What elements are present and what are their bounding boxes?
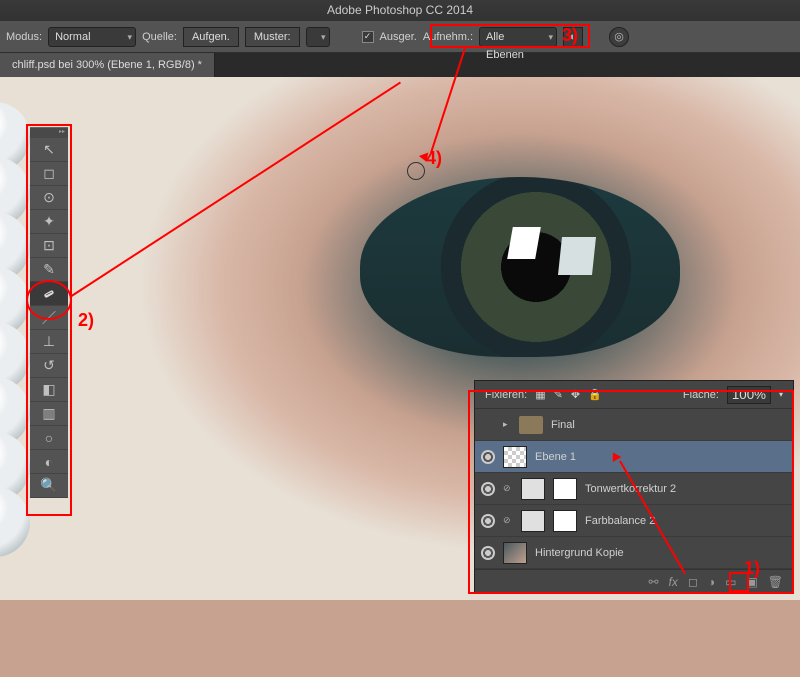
expand-icon[interactable]: ▸ — [503, 419, 511, 430]
visibility-icon[interactable] — [481, 546, 495, 560]
group-icon[interactable]: ▭ — [725, 575, 736, 589]
layer-row-ebene1[interactable]: Ebene 1 — [475, 441, 793, 473]
layer-row-bg[interactable]: Hintergrund Kopie — [475, 537, 793, 569]
adjustment-thumbnail[interactable] — [521, 478, 545, 500]
lock-pixels-icon[interactable]: ✎ — [554, 388, 563, 401]
mask-icon[interactable]: ◻ — [688, 575, 698, 589]
pressure-icon[interactable]: ◎ — [609, 27, 629, 47]
history-brush-tool[interactable]: ↺ — [30, 354, 68, 378]
layer-row-color[interactable]: ⊘ Farbbalance 2 — [475, 505, 793, 537]
dodge-tool[interactable]: ◐ — [30, 450, 68, 474]
layer-thumbnail[interactable] — [503, 446, 527, 468]
layers-header: Fixieren: ▦ ✎ ✥ 🔒 Fläche: ▾ — [475, 381, 793, 409]
mask-thumbnail[interactable] — [553, 510, 577, 532]
aligned-checkbox[interactable]: ✓ — [362, 31, 374, 43]
layers-footer: ⚯ fx ◻ ◑ ▭ ▣ 🗑 — [475, 569, 793, 593]
move-tool[interactable]: ↖ — [30, 138, 68, 162]
window-titlebar: Adobe Photoshop CC 2014 — [0, 0, 800, 21]
fill-label: Fläche: — [683, 389, 719, 401]
mode-label: Modus: — [6, 31, 42, 43]
adjustment-icon[interactable]: ◑ — [708, 575, 715, 589]
toolbox-collapse-icon[interactable] — [30, 128, 68, 138]
lasso-tool[interactable]: ⊙ — [30, 186, 68, 210]
new-layer-icon[interactable]: ▣ — [746, 575, 757, 589]
eyedropper-tool[interactable]: ✎ — [30, 258, 68, 282]
mask-thumbnail[interactable] — [553, 478, 577, 500]
sample-dropdown[interactable]: Alle Ebenen — [479, 27, 557, 47]
zoom-tool[interactable]: 🔍 — [30, 474, 68, 498]
pattern-button[interactable]: Muster: — [245, 27, 300, 47]
lock-all-icon[interactable]: 🔒 — [588, 388, 602, 401]
document-tabs: chliff.psd bei 300% (Ebene 1, RGB/8) * — [0, 53, 800, 77]
link-icon[interactable]: ⊘ — [503, 515, 513, 526]
folder-icon — [519, 416, 543, 434]
ignore-adj-icon[interactable]: ◐ — [563, 27, 583, 47]
lock-position-icon[interactable]: ✥ — [571, 388, 580, 401]
clone-stamp-tool[interactable]: ⊥ — [30, 330, 68, 354]
layer-name: Farbbalance 2 — [585, 515, 655, 527]
layer-name: Tonwertkorrektur 2 — [585, 483, 676, 495]
eye-image — [360, 177, 680, 357]
layer-name: Final — [551, 419, 575, 431]
blur-tool[interactable]: ○ — [30, 426, 68, 450]
layer-thumbnail[interactable] — [503, 542, 527, 564]
lock-transparent-icon[interactable]: ▦ — [535, 388, 545, 401]
sampled-button[interactable]: Aufgen. — [183, 27, 239, 47]
sample-label: Aufnehm.: — [423, 31, 473, 43]
healing-brush-tool[interactable] — [30, 282, 68, 306]
gradient-tool[interactable]: ▥ — [30, 402, 68, 426]
eraser-tool[interactable]: ◧ — [30, 378, 68, 402]
visibility-icon[interactable] — [481, 450, 495, 464]
document-tab[interactable]: chliff.psd bei 300% (Ebene 1, RGB/8) * — [0, 53, 215, 77]
source-label: Quelle: — [142, 31, 177, 43]
fx-icon[interactable]: fx — [669, 575, 678, 589]
layers-panel: Fixieren: ▦ ✎ ✥ 🔒 Fläche: ▾ ▸ Final Eben… — [474, 380, 794, 594]
toolbox: ↖ ◻ ⊙ ✦ ⊡ ✎ ／ ⊥ ↺ ◧ ▥ ○ ◐ 🔍 — [30, 127, 68, 498]
delete-icon[interactable]: 🗑 — [768, 575, 783, 589]
crop-tool[interactable]: ⊡ — [30, 234, 68, 258]
adjustment-thumbnail[interactable] — [521, 510, 545, 532]
lock-label: Fixieren: — [485, 389, 527, 401]
fill-input[interactable] — [727, 386, 771, 404]
app-title: Adobe Photoshop CC 2014 — [327, 3, 473, 17]
layer-name: Hintergrund Kopie — [535, 547, 624, 559]
layer-row-final[interactable]: ▸ Final — [475, 409, 793, 441]
layer-row-tone[interactable]: ⊘ Tonwertkorrektur 2 — [475, 473, 793, 505]
brush-tool[interactable]: ／ — [30, 306, 68, 330]
link-icon[interactable]: ⊘ — [503, 483, 513, 494]
visibility-icon[interactable] — [481, 482, 495, 496]
aligned-label: Ausger. — [380, 31, 417, 43]
fill-dropdown-icon[interactable]: ▾ — [779, 390, 783, 399]
link-layers-icon[interactable]: ⚯ — [648, 575, 658, 589]
magic-wand-tool[interactable]: ✦ — [30, 210, 68, 234]
pattern-picker[interactable] — [306, 27, 330, 47]
marquee-tool[interactable]: ◻ — [30, 162, 68, 186]
layer-name: Ebene 1 — [535, 451, 576, 463]
mode-dropdown[interactable]: Normal — [48, 27, 136, 47]
options-bar: Modus: Normal Quelle: Aufgen. Muster: ✓ … — [0, 21, 800, 53]
brush-cursor — [407, 162, 425, 180]
visibility-icon[interactable] — [481, 514, 495, 528]
